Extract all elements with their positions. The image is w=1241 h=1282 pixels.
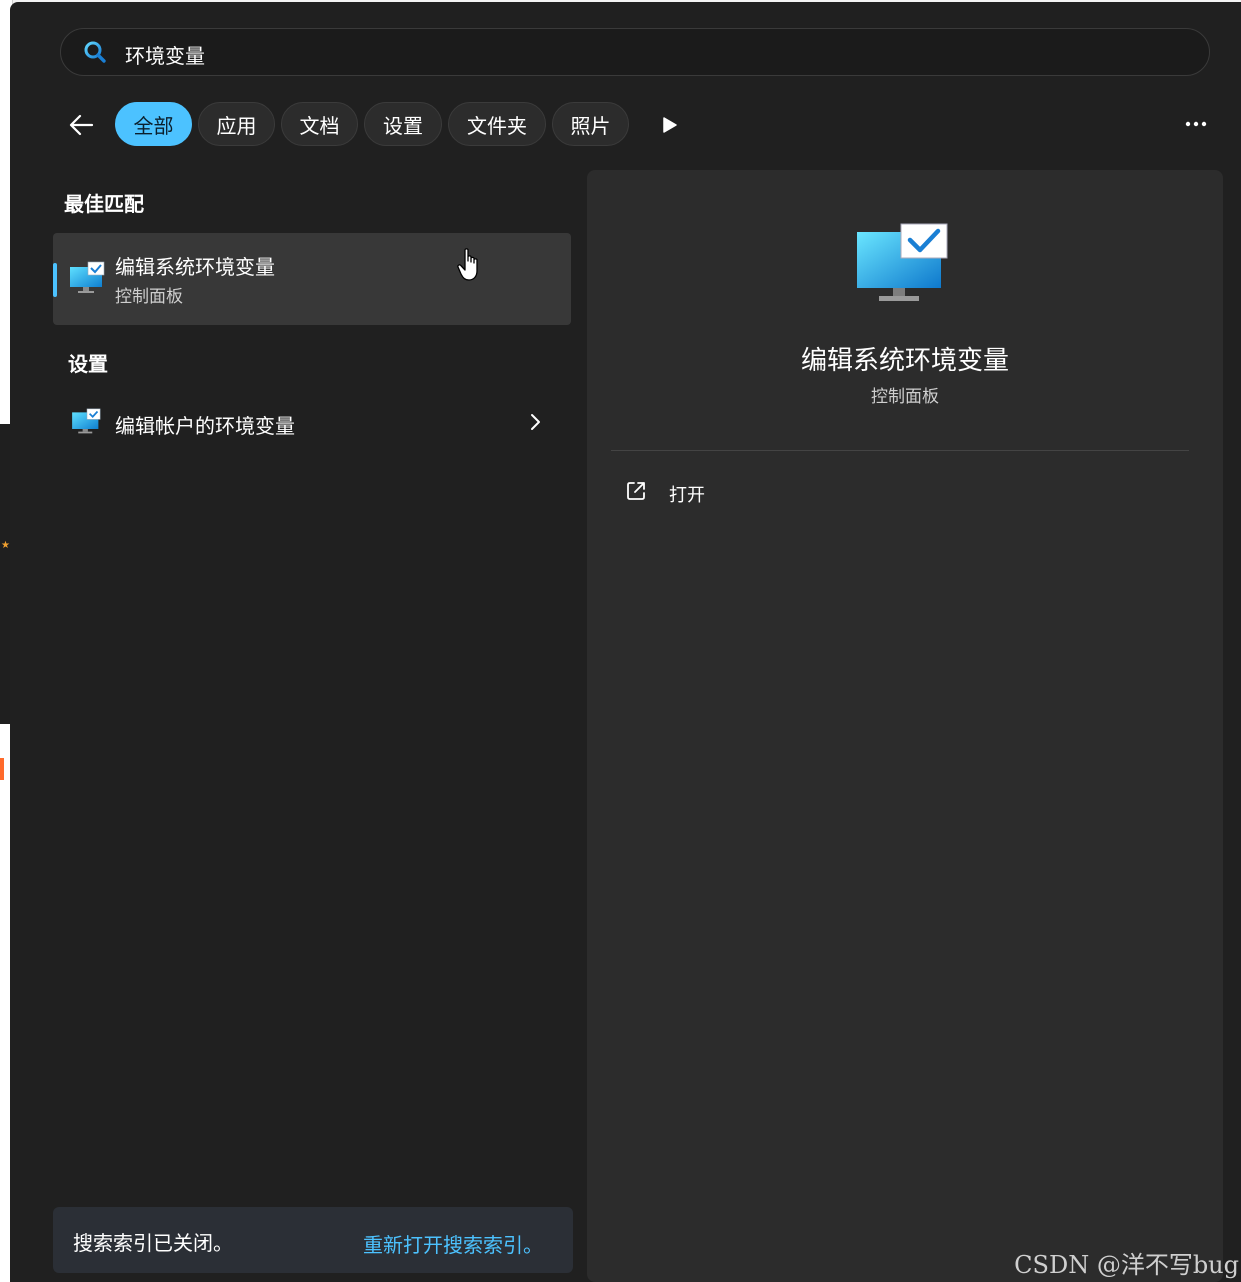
open-action-label: 打开 [669, 485, 705, 506]
more-filters-play-icon[interactable] [662, 116, 678, 134]
settings-heading: 设置 [68, 352, 108, 376]
best-match-subtitle: 控制面板 [115, 287, 183, 307]
search-index-notice: 搜索索引已关闭。 重新打开搜索索引。 [53, 1207, 573, 1273]
search-query-text: 环境变量 [125, 44, 205, 68]
search-icon [84, 41, 106, 63]
best-match-title: 编辑系统环境变量 [115, 255, 275, 279]
reopen-search-index-link[interactable]: 重新打开搜索索引。 [363, 1229, 543, 1258]
system-properties-icon [72, 408, 101, 434]
preview-divider [611, 450, 1189, 451]
watermark: CSDN @洋不写bug [1014, 1251, 1239, 1279]
chevron-right-icon[interactable] [527, 412, 543, 432]
filter-tab-folders[interactable]: 文件夹 [448, 102, 546, 146]
preview-title: 编辑系统环境变量 [800, 346, 1009, 376]
windows-search-panel: 环境变量 全部 应用 文档 设置 文件夹 照片 最佳匹配 编辑系统环境变量 控制… [10, 2, 1241, 1282]
preview-pane: 编辑系统环境变量 控制面板 打开 [587, 170, 1223, 1282]
settings-result-title: 编辑帐户的环境变量 [115, 414, 295, 438]
background-star: ★ [1, 540, 10, 551]
hand-cursor-icon [457, 248, 478, 281]
open-external-icon [627, 482, 645, 500]
filter-tab-apps[interactable]: 应用 [198, 102, 275, 146]
filter-tab-photos[interactable]: 照片 [552, 102, 629, 146]
filter-tab-documents[interactable]: 文档 [281, 102, 358, 146]
filter-bar: 全部 应用 文档 设置 文件夹 照片 [10, 102, 1241, 150]
more-options-icon[interactable] [1182, 114, 1212, 134]
best-match-result[interactable]: 编辑系统环境变量 控制面板 [53, 233, 571, 325]
selection-indicator [53, 263, 57, 297]
search-index-message: 搜索索引已关闭。 [73, 1231, 233, 1255]
open-action[interactable]: 打开 [625, 476, 825, 510]
search-input[interactable]: 环境变量 [60, 28, 1210, 76]
back-arrow-icon[interactable] [66, 110, 96, 140]
best-match-heading: 最佳匹配 [64, 192, 144, 216]
filter-tab-all[interactable]: 全部 [115, 102, 192, 146]
background-orange-mark [0, 758, 4, 780]
preview-subtitle: 控制面板 [871, 387, 939, 407]
system-properties-large-icon [857, 223, 948, 301]
system-properties-icon [70, 261, 105, 293]
settings-result[interactable]: 编辑帐户的环境变量 [53, 398, 571, 448]
filter-tab-settings[interactable]: 设置 [364, 102, 442, 146]
